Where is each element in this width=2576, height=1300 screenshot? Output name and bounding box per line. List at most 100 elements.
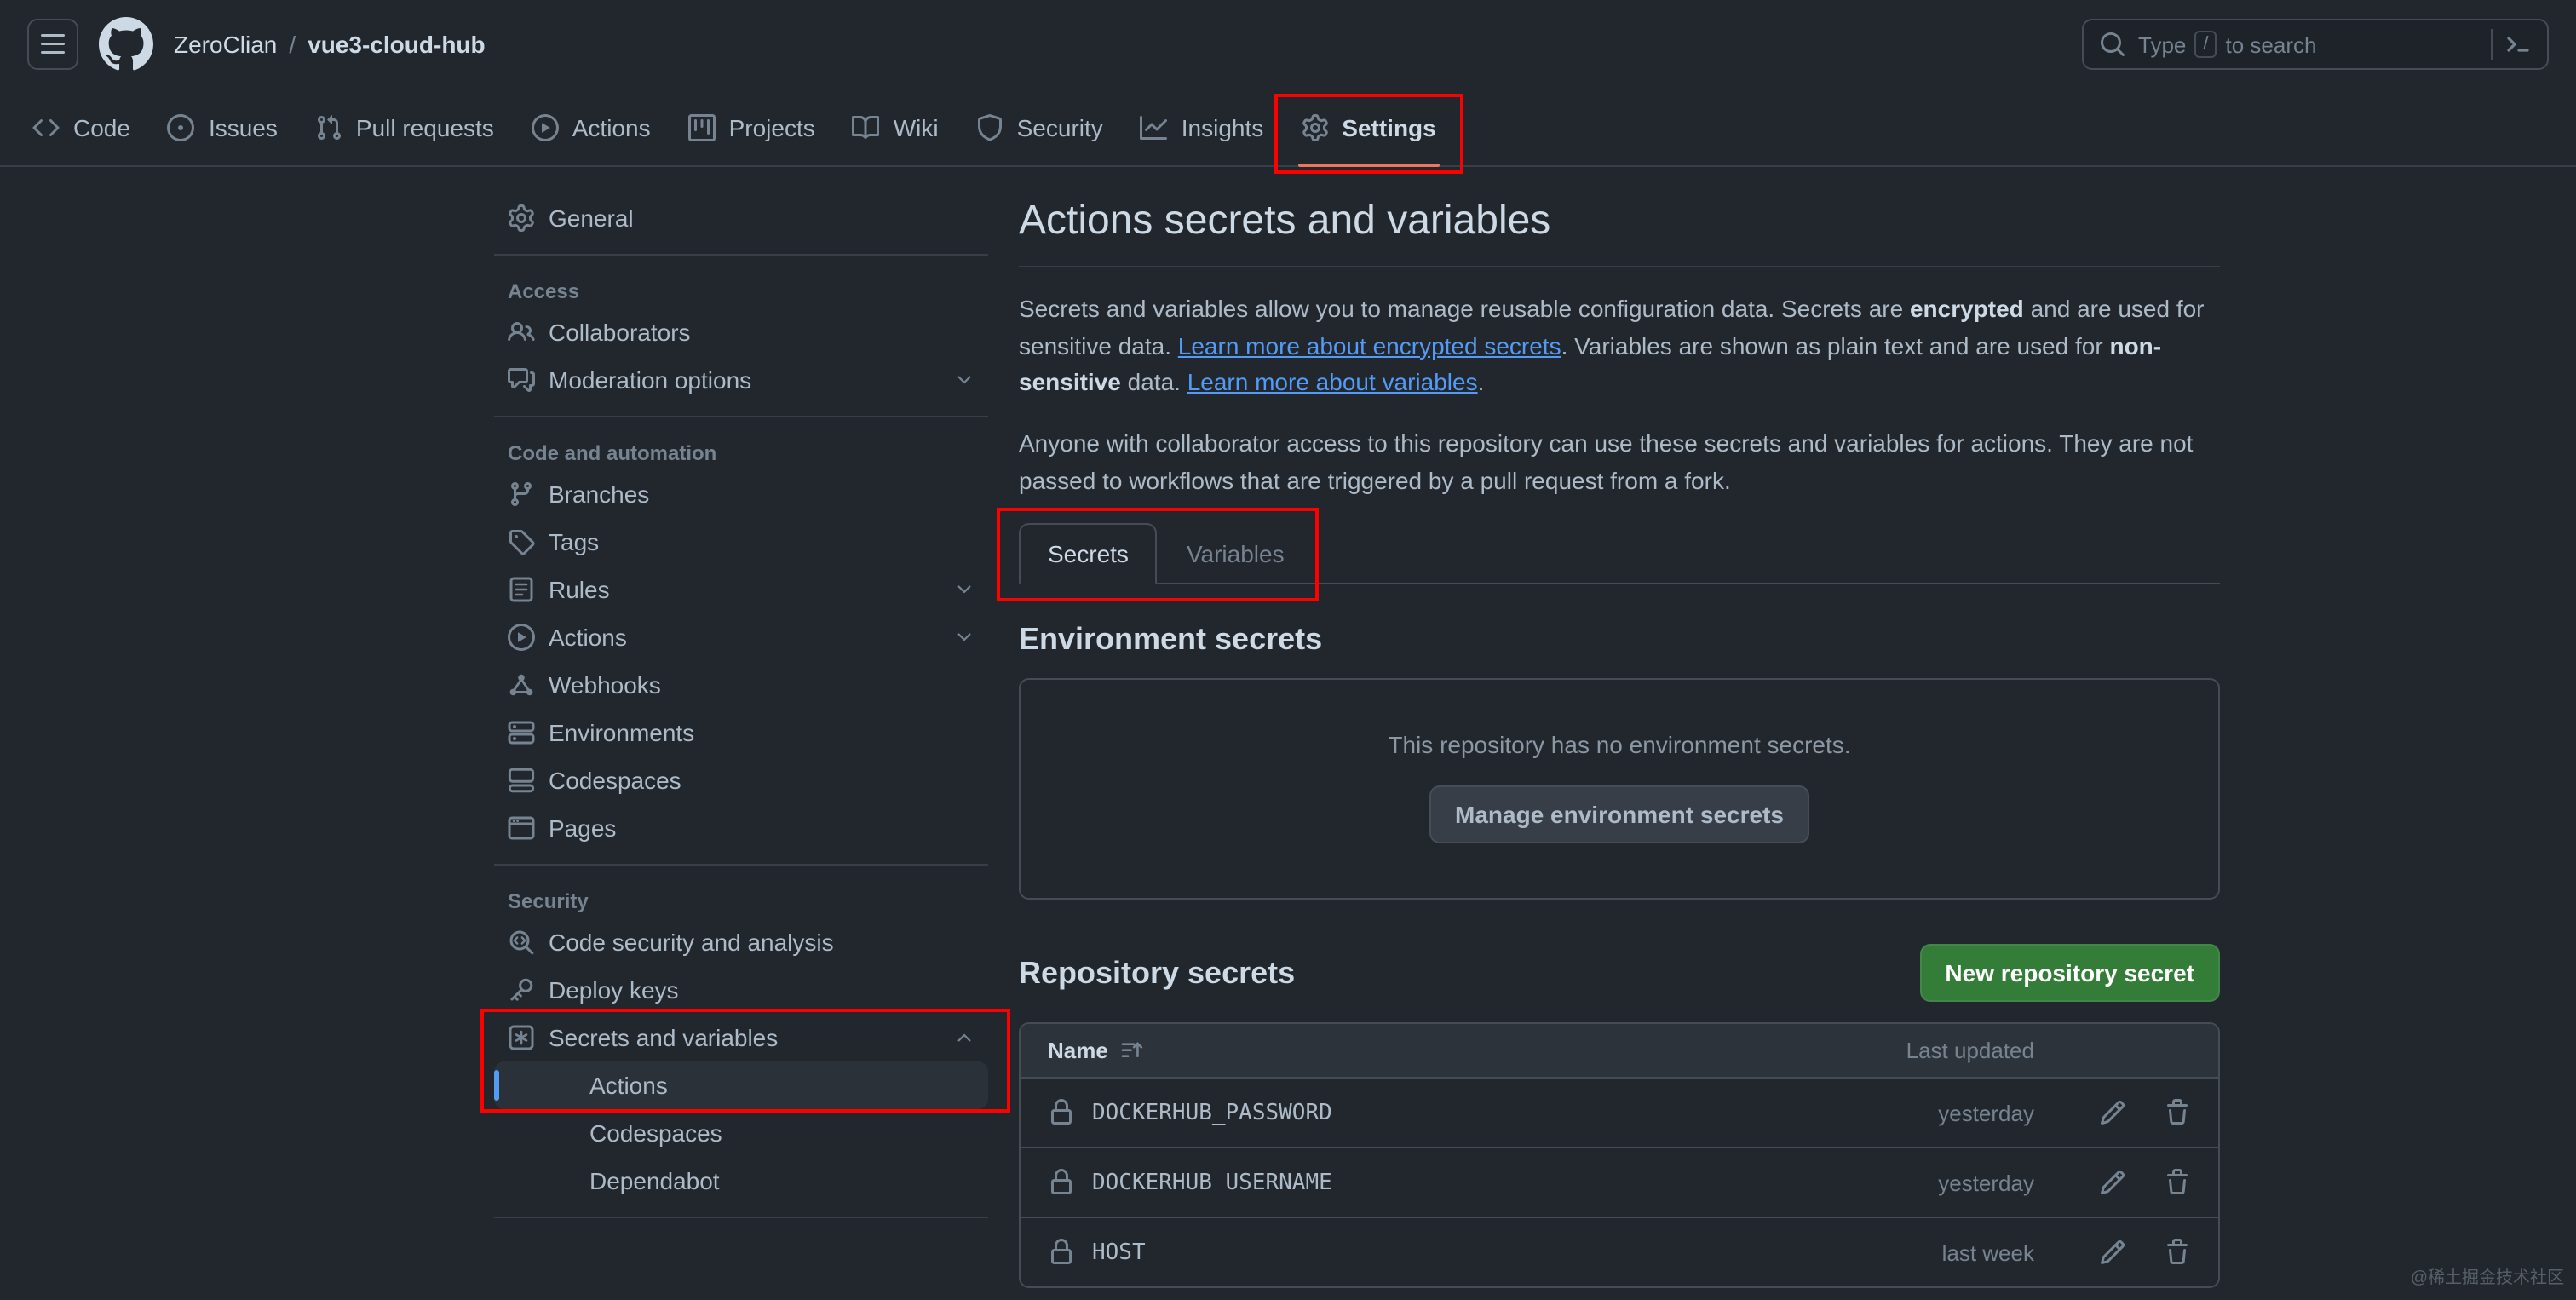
tab-variables[interactable]: Variables: [1158, 524, 1314, 585]
sidebar-subitem-label: Codespaces: [589, 1119, 722, 1147]
intro-text: . Variables are shown as plain text and …: [1561, 331, 2110, 360]
comment-discussion-icon: [508, 366, 535, 394]
command-palette-icon[interactable]: [2504, 31, 2532, 58]
sidebar-item-webhooks[interactable]: Webhooks: [494, 661, 988, 709]
sidebar-subitem-codespaces[interactable]: Codespaces: [494, 1109, 988, 1157]
table-header-name: Name: [1048, 1038, 1847, 1064]
global-search-input[interactable]: Type / to search: [2082, 19, 2549, 70]
pencil-icon: [2099, 1100, 2126, 1127]
sidebar-item-rules[interactable]: Rules: [494, 566, 988, 613]
gear-icon: [508, 204, 535, 232]
breadcrumb: ZeroClian / vue3-cloud-hub: [174, 31, 486, 58]
sidebar-item-codespaces[interactable]: Codespaces: [494, 756, 988, 804]
divider: [494, 864, 988, 866]
sidebar-item-environments[interactable]: Environments: [494, 709, 988, 756]
graph-icon: [1141, 113, 1168, 141]
webhook-icon: [508, 671, 535, 699]
sidebar-item-label: Secrets and variables: [549, 1024, 779, 1051]
lock-icon: [1048, 1100, 1075, 1127]
repo-tab-label: Security: [1016, 113, 1103, 141]
sidebar-item-moderation-options[interactable]: Moderation options: [494, 356, 988, 404]
edit-secret-button[interactable]: [2099, 1100, 2126, 1127]
github-repo-settings-page: ZeroClian / vue3-cloud-hub Type / to sea…: [0, 0, 2576, 1300]
edit-secret-button[interactable]: [2099, 1170, 2126, 1197]
secret-last-updated: yesterday: [1938, 1170, 2034, 1196]
search-placeholder: Type / to search: [2138, 31, 2479, 58]
git-branch-icon: [508, 480, 535, 508]
play-icon: [532, 113, 559, 141]
secret-actions-cell: [2034, 1100, 2191, 1127]
gear-icon: [1301, 113, 1328, 141]
breadcrumb-separator: /: [289, 31, 296, 58]
encrypted-secrets-link[interactable]: Learn more about encrypted secrets: [1178, 331, 1561, 359]
sidebar-item-label: Code security and analysis: [549, 929, 834, 956]
repo-tab-pull-requests[interactable]: Pull requests: [296, 89, 513, 165]
sidebar-item-general[interactable]: General: [494, 194, 988, 242]
repo-tab-actions[interactable]: Actions: [513, 89, 670, 165]
sidebar-item-label: Webhooks: [549, 671, 661, 699]
asterisk-box-icon: [508, 1024, 535, 1051]
trash-icon: [2164, 1170, 2191, 1197]
slash-key-hint: /: [2194, 31, 2217, 58]
tabnav-tabs: Secrets Variables: [997, 508, 1319, 602]
repo-tab-insights[interactable]: Insights: [1122, 89, 1283, 165]
delete-secret-button[interactable]: [2164, 1170, 2191, 1197]
repo-tab-projects[interactable]: Projects: [670, 89, 834, 165]
app-header: ZeroClian / vue3-cloud-hub Type / to sea…: [0, 0, 2576, 89]
repo-tab-wiki[interactable]: Wiki: [834, 89, 957, 165]
tag-icon: [508, 528, 535, 555]
variables-link[interactable]: Learn more about variables: [1187, 369, 1478, 396]
secret-row: DOCKERHUB_USERNAME yesterday: [1021, 1147, 2218, 1217]
sidebar-item-pages[interactable]: Pages: [494, 804, 988, 852]
sidebar-item-branches[interactable]: Branches: [494, 470, 988, 518]
edit-secret-button[interactable]: [2099, 1240, 2126, 1267]
pencil-icon: [2099, 1170, 2126, 1197]
delete-secret-button[interactable]: [2164, 1240, 2191, 1267]
repo-tab-label: Pull requests: [355, 113, 494, 141]
repo-tab-settings[interactable]: Settings: [1282, 89, 1454, 167]
sidebar-subitem-dependabot[interactable]: Dependabot: [494, 1157, 988, 1205]
breadcrumb-repo-link[interactable]: vue3-cloud-hub: [308, 31, 485, 58]
sidebar-item-label: Moderation options: [549, 366, 752, 394]
git-pull-request-icon: [315, 113, 342, 141]
delete-secret-button[interactable]: [2164, 1100, 2191, 1127]
codespaces-icon: [508, 767, 535, 794]
hamburger-icon: [39, 31, 66, 58]
sidebar-item-label: Environments: [549, 719, 695, 746]
new-repository-secret-button[interactable]: New repository secret: [1919, 944, 2220, 1003]
secret-row: DOCKERHUB_PASSWORD yesterday: [1021, 1077, 2218, 1148]
github-logo[interactable]: [99, 17, 153, 72]
repo-tab-issues[interactable]: Issues: [149, 89, 296, 165]
table-header-row: Name Last updated: [1021, 1024, 2218, 1078]
sidebar-item-label: Rules: [549, 576, 610, 603]
sidebar-item-label: Pages: [549, 814, 617, 842]
global-nav-menu-button[interactable]: [27, 19, 78, 70]
secret-name: HOST: [1092, 1240, 1146, 1266]
chevron-up-icon: [954, 1027, 975, 1048]
repo-tab-label: Settings: [1342, 113, 1436, 141]
repository-secrets-header-row: Repository secrets New repository secret: [1019, 944, 2220, 1003]
sidebar-item-actions[interactable]: Actions: [494, 613, 988, 661]
key-icon: [508, 976, 535, 1004]
repo-tab-security[interactable]: Security: [957, 89, 1122, 165]
tab-secrets[interactable]: Secrets: [1019, 523, 1158, 585]
repo-tab-label: Issues: [208, 113, 278, 141]
sidebar-item-deploy-keys[interactable]: Deploy keys: [494, 966, 988, 1014]
secret-actions-cell: [2034, 1240, 2191, 1267]
lock-icon: [1048, 1240, 1075, 1267]
sidebar-item-code-security-analysis[interactable]: Code security and analysis: [494, 918, 988, 966]
sidebar-item-tags[interactable]: Tags: [494, 518, 988, 566]
intro-paragraph-1: Secrets and variables allow you to manag…: [1019, 291, 2220, 402]
sidebar-item-label: Branches: [549, 480, 650, 508]
manage-environment-secrets-button[interactable]: Manage environment secrets: [1429, 785, 1809, 844]
repo-tab-code[interactable]: Code: [14, 89, 149, 165]
sort-ascending-icon[interactable]: [1120, 1039, 1144, 1063]
breadcrumb-owner-link[interactable]: ZeroClian: [174, 31, 277, 58]
settings-layout: General Access Collaborators Moderation …: [480, 167, 2220, 1289]
sidebar-item-secrets-and-variables[interactable]: Secrets and variables: [494, 1014, 988, 1061]
sidebar-item-collaborators[interactable]: Collaborators: [494, 308, 988, 356]
repo-tab-label: Insights: [1181, 113, 1264, 141]
pencil-icon: [2099, 1240, 2126, 1267]
sidebar-subitem-actions[interactable]: Actions: [494, 1061, 988, 1109]
issue-opened-icon: [168, 113, 195, 141]
